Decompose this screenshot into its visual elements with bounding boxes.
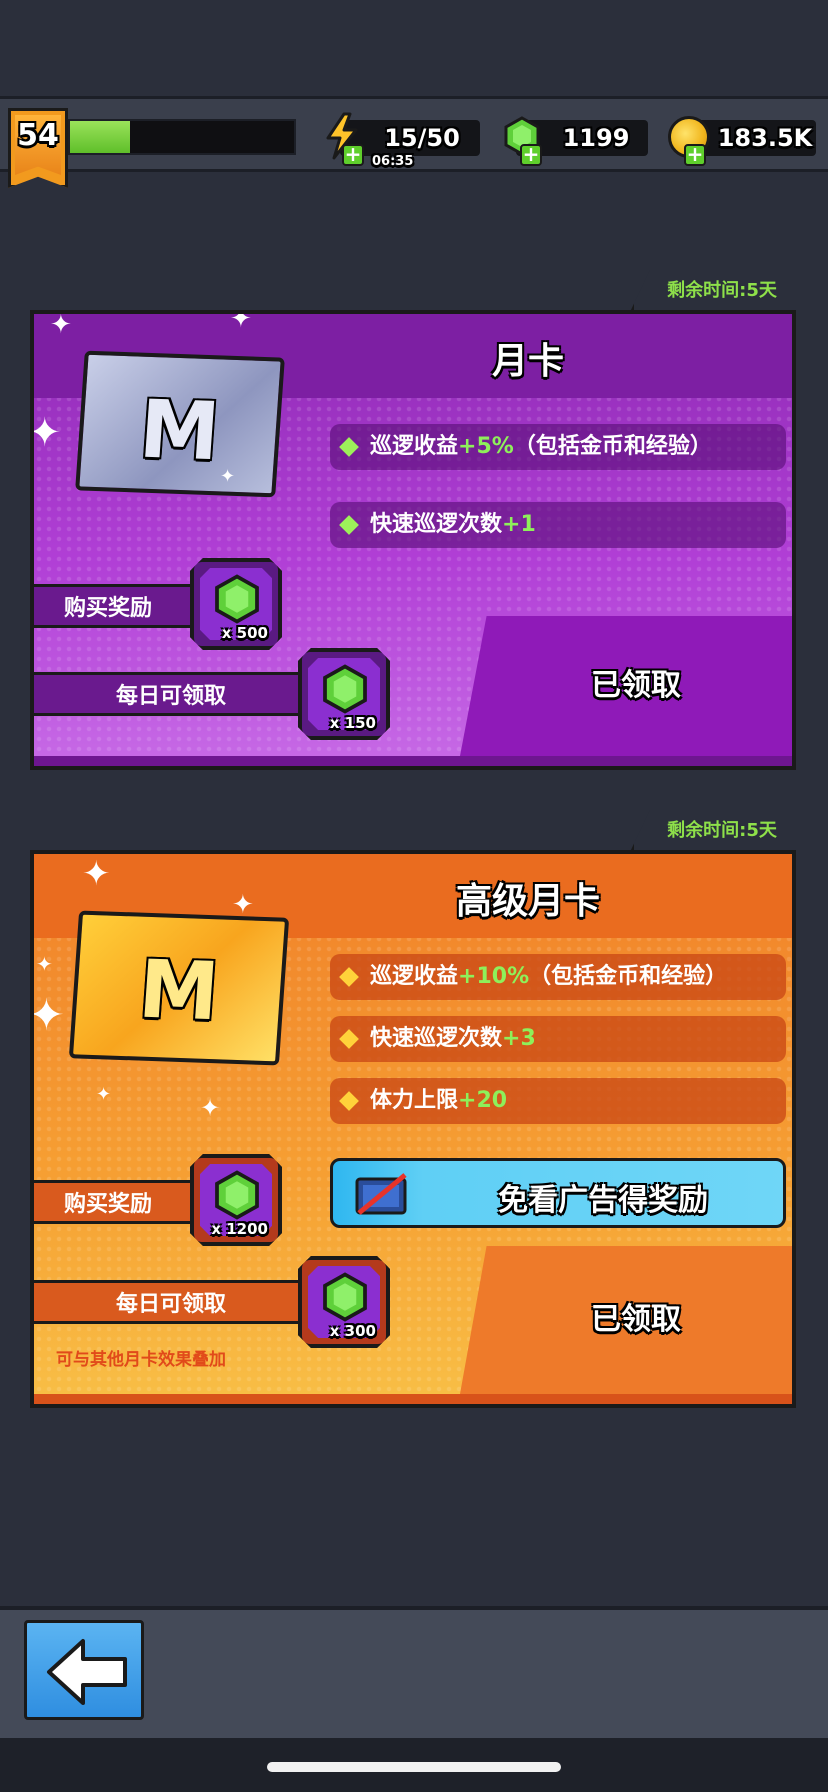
sparkle-icon: ✦ <box>82 854 111 894</box>
monthly-card-art: M <box>75 350 285 498</box>
purchase-reward-gem-slot: x 500 <box>190 558 282 650</box>
ad-free-reward-button[interactable]: 免看广告得奖励 <box>330 1158 786 1228</box>
premium-purchase-reward-gem-slot: x 1200 <box>190 1154 282 1246</box>
sparkle-icon: ✦ <box>200 1094 221 1122</box>
premium-perk-stamina-cap: 体力上限+20 <box>330 1078 786 1124</box>
green-gem-icon <box>323 1272 367 1322</box>
energy-value: 15/50 <box>384 124 460 152</box>
xp-progress-bar <box>68 119 296 155</box>
daily-reward-gem-slot: x 150 <box>298 648 390 740</box>
monthly-perk-patrol-income: 巡逻收益+5%（包括金币和经验） <box>330 424 786 470</box>
premium-perk-quick-patrol: 快速巡逻次数+3 <box>330 1016 786 1062</box>
premium-card-panel: 高级月卡 M ✦ ✦ ✦ ✦ ✦ ✦ 巡逻收益+10%（包括金币和经验） 快速巡… <box>30 850 796 1408</box>
green-gem-icon <box>215 1170 259 1220</box>
back-button[interactable] <box>24 1620 144 1720</box>
sparkle-icon: ✦ <box>232 890 254 920</box>
monthly-card-m-letter: M <box>136 382 223 479</box>
left-arrow-icon <box>47 1639 127 1705</box>
green-gem-icon <box>215 574 259 624</box>
premium-card-timer: 剩余时间:5天 <box>630 810 796 852</box>
energy-timer: 06:35 <box>372 154 414 169</box>
green-gem-icon <box>323 664 367 714</box>
sparkle-icon: ✦ <box>50 310 72 340</box>
monthly-card-panel: 月卡 M ✦ ✦ ✦ ✦ 巡逻收益+5%（包括金币和经验） 快速巡逻次数+1 购… <box>30 310 796 770</box>
daily-reward-count: x 150 <box>329 714 376 732</box>
monthly-card-title: 月卡 <box>491 341 564 382</box>
premium-daily-reward-label: 每日可领取 <box>34 1280 302 1324</box>
premium-purchase-reward-count: x 1200 <box>211 1220 268 1238</box>
premium-purchase-reward-label: 购买奖励 <box>34 1180 200 1224</box>
gem-value: 1199 <box>562 124 630 152</box>
daily-reward-label: 每日可领取 <box>34 672 302 716</box>
coin-value: 183.5K <box>717 124 813 152</box>
premium-daily-reward-gem-slot: x 300 <box>298 1256 390 1348</box>
monthly-perk-quick-patrol: 快速巡逻次数+1 <box>330 502 786 548</box>
purchase-reward-label: 购买奖励 <box>34 584 200 628</box>
home-indicator[interactable] <box>267 1762 561 1772</box>
premium-card-m-letter: M <box>135 942 222 1039</box>
add-energy-button[interactable]: + <box>342 144 364 166</box>
sparkle-icon: ✦ <box>30 410 62 456</box>
add-coins-button[interactable]: + <box>684 144 706 166</box>
level-number: 54 <box>17 118 59 153</box>
premium-card-title: 高级月卡 <box>455 881 600 922</box>
premium-card-art: M <box>68 910 290 1066</box>
monthly-card-timer: 剩余时间:5天 <box>630 270 796 312</box>
sparkle-icon: ✦ <box>30 990 65 1041</box>
stack-effect-note: 可与其他月卡效果叠加 <box>56 1350 226 1370</box>
sparkle-icon: ✦ <box>96 1084 112 1105</box>
sparkle-icon: ✦ <box>36 952 53 976</box>
xp-progress-fill <box>70 121 131 153</box>
add-gems-button[interactable]: + <box>520 144 542 166</box>
premium-daily-reward-count: x 300 <box>329 1322 376 1340</box>
purchase-reward-count: x 500 <box>221 624 268 642</box>
ad-free-reward-label: 免看广告得奖励 <box>498 1183 708 1218</box>
premium-perk-patrol-income: 巡逻收益+10%（包括金币和经验） <box>330 954 786 1000</box>
premium-claimed-button[interactable]: 已领取 <box>460 1246 792 1394</box>
sparkle-icon: ✦ <box>220 466 236 487</box>
no-ads-tv-icon <box>355 1173 407 1215</box>
sparkle-icon: ✦ <box>230 310 252 334</box>
monthly-claimed-button[interactable]: 已领取 <box>460 616 792 756</box>
